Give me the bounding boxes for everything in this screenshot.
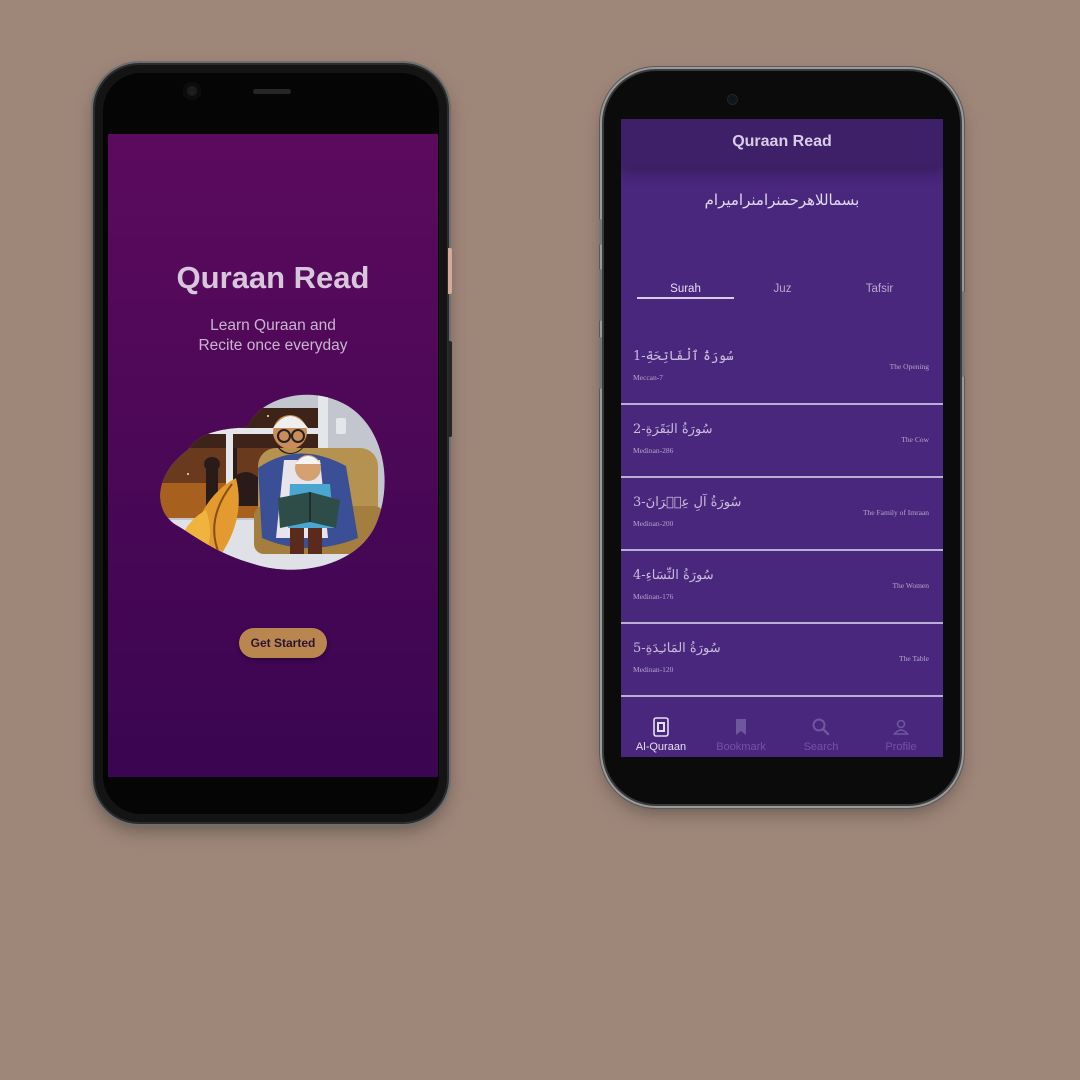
nav-label: Al-Quraan — [635, 741, 687, 753]
bookmark-icon — [736, 719, 746, 735]
tab-juz[interactable]: Juz — [734, 279, 831, 299]
surah-english-name: The Opening — [889, 362, 929, 371]
surah-arabic-name: سُورَةُ المَائـِدَةِ-5 — [633, 641, 721, 656]
side-button — [962, 291, 965, 377]
surah-arabic-name: سُورَةُ آلِ عِمۡرَانَ-3 — [633, 495, 742, 510]
list-item[interactable]: سُورَةُ البَقَرَةِ-2 Medinan-286 The Cow — [621, 405, 943, 478]
surah-meta: Meccan-7 — [633, 373, 663, 382]
nav-label: Search — [803, 741, 839, 753]
android-phone-mockup: Quraan Read Learn Quraan and Recite once… — [95, 65, 452, 822]
app-header: Quraan Read — [621, 119, 943, 167]
surah-meta: Medinan-120 — [633, 665, 674, 674]
nav-bookmark[interactable]: Bookmark — [701, 715, 781, 757]
splash-subtitle-line2: Recite once everyday — [198, 337, 348, 354]
list-item[interactable]: سُورَةُ النِّسَاءِ-4 Medinan-176 The Wom… — [621, 551, 943, 624]
volume-up-button — [599, 269, 602, 321]
surah-arabic-name: سُورَةُ النِّسَاءِ-4 — [633, 568, 714, 583]
nav-profile[interactable]: Profile — [861, 715, 941, 757]
tab-tafsir[interactable]: Tafsir — [831, 279, 928, 299]
book-icon — [653, 717, 669, 737]
surah-arabic-name: سُورَةُ ٱلْفَاتِحَةِ-1 — [633, 349, 734, 364]
search-icon — [812, 718, 830, 736]
surah-english-name: The Family of Imraan — [862, 508, 929, 517]
surah-english-name: The Women — [892, 581, 929, 590]
list-item[interactable]: سُورَةُ ٱلْفَاتِحَةِ-1 Meccan-7 The Open… — [621, 332, 943, 405]
surah-meta: Medinan-286 — [633, 446, 674, 455]
volume-down-button — [599, 337, 602, 389]
list-item[interactable]: سُورَةُ المَائـِدَةِ-5 Medinan-120 The T… — [621, 624, 943, 697]
mute-switch — [599, 219, 602, 245]
active-tab-indicator — [637, 297, 734, 299]
surah-arabic-name: سُورَةُ البَقَرَةِ-2 — [633, 422, 713, 437]
bottom-navigation: Al-Quraan Bookmark Search Profile — [621, 703, 943, 757]
surah-english-name: The Table — [899, 654, 929, 663]
surah-tabs: Surah Juz Tafsir — [637, 279, 927, 301]
list-item[interactable]: سُورَةُ آلِ عِمۡرَانَ-3 Medinan-200 The … — [621, 478, 943, 551]
tab-surah-label: Surah — [670, 283, 701, 295]
home-screen: Quraan Read بسماللاهرحمنرامنرامیرام Sura… — [621, 119, 943, 757]
reading-illustration — [160, 394, 385, 570]
surah-english-name: The Cow — [901, 435, 929, 444]
volume-button — [448, 341, 452, 437]
iphone-mockup: Quraan Read بسماللاهرحمنرامنرامیرام Sura… — [599, 71, 965, 804]
surah-list: سُورَةُ ٱلْفَاتِحَةِ-1 Meccan-7 The Open… — [621, 332, 943, 697]
splash-title: Quraan Read — [176, 260, 370, 295]
nav-label: Bookmark — [716, 741, 766, 753]
earpiece-speaker — [253, 89, 291, 94]
surah-meta: Medinan-176 — [633, 592, 674, 601]
splash-subtitle-line1: Learn Quraan and — [210, 317, 336, 334]
get-started-button[interactable]: Get Started — [239, 628, 327, 658]
tab-surah[interactable]: Surah — [637, 279, 734, 299]
power-button — [448, 248, 452, 294]
nav-search[interactable]: Search — [781, 715, 861, 757]
front-camera — [728, 95, 737, 104]
surah-meta: Medinan-200 — [633, 519, 674, 528]
splash-subtitle: Learn Quraan and Recite once everyday — [148, 316, 398, 356]
profile-icon — [892, 719, 910, 735]
splash-screen: Quraan Read Learn Quraan and Recite once… — [108, 134, 438, 777]
nav-al-quraan[interactable]: Al-Quraan — [621, 715, 701, 757]
front-camera — [183, 82, 201, 100]
bismillah-text: بسماللاهرحمنرامنرامیرام — [704, 191, 860, 209]
nav-label: Profile — [885, 741, 917, 753]
